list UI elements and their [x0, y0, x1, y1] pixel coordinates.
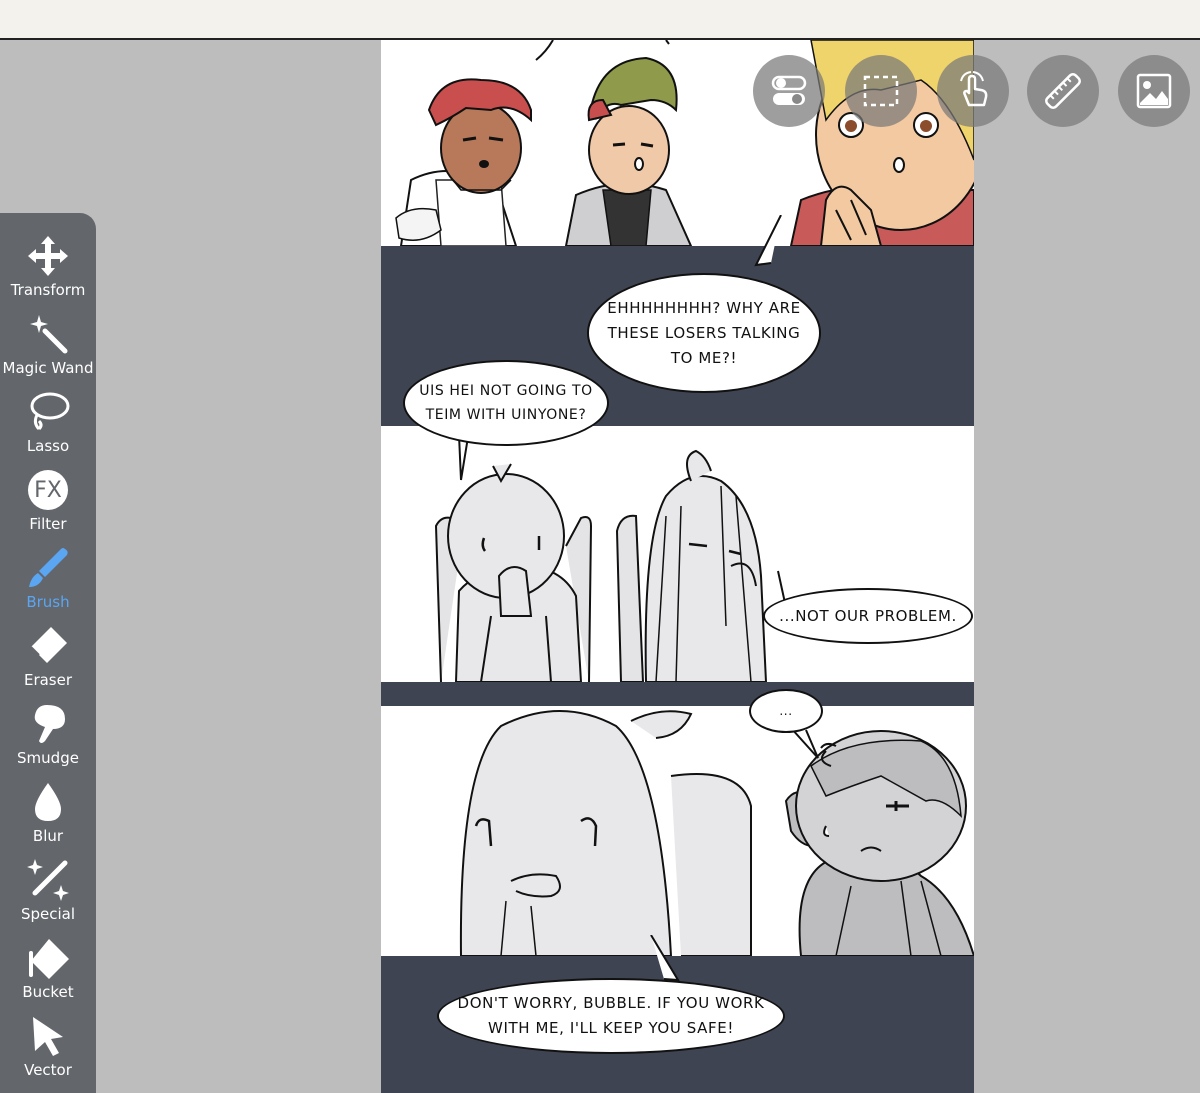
speech-bubble-3: ...NOT OUR PROBLEM. — [763, 588, 973, 644]
toggle-switches-button[interactable] — [753, 55, 825, 127]
image-layer-button[interactable] — [1118, 55, 1190, 127]
tool-label: Special — [20, 905, 76, 923]
bucket-icon — [29, 939, 69, 979]
ruler-button[interactable] — [1027, 55, 1099, 127]
tool-filter[interactable]: FX Filter — [0, 465, 96, 543]
bubble-tail-4 — [790, 728, 819, 759]
eraser-icon — [30, 627, 67, 663]
top-bar — [0, 0, 1200, 40]
panel-3-illustration — [459, 710, 974, 957]
selection-marquee-icon — [863, 75, 899, 107]
vector-arrow-icon — [33, 1017, 63, 1056]
tool-label: Bucket — [22, 983, 74, 1001]
ruler-icon — [1045, 73, 1081, 109]
tool-label: Brush — [26, 593, 70, 611]
tool-eraser[interactable]: Eraser — [0, 621, 96, 699]
bubble-tail-1 — [754, 215, 782, 267]
tool-transform[interactable]: Transform — [0, 231, 96, 309]
speech-bubble-2: UIS HEI NOT GOING TO TEIM WITH UINYONE? — [403, 360, 609, 446]
comic-panel-3 — [381, 706, 974, 957]
magic-wand-icon — [30, 315, 68, 354]
tool-label: Eraser — [23, 671, 73, 689]
tool-label: Filter — [29, 515, 67, 533]
tool-label: Lasso — [26, 437, 70, 455]
selection-button[interactable] — [845, 55, 917, 127]
tool-special[interactable]: Special — [0, 855, 96, 933]
speech-bubble-1: EHHHHHHHH? WHY ARE THESE LOSERS TALKING … — [587, 273, 821, 393]
tool-blur[interactable]: Blur — [0, 777, 96, 855]
tool-label: Magic Wand — [2, 359, 94, 377]
image-layer-icon — [1136, 73, 1172, 109]
tool-label: Transform — [10, 281, 86, 299]
fx-icon: FX — [28, 470, 68, 510]
brush-icon — [29, 548, 68, 587]
move-arrows-icon — [28, 236, 68, 276]
tool-smudge[interactable]: Smudge — [0, 699, 96, 777]
speech-bubble-5: DON'T WORRY, BUBBLE. IF YOU WORK WITH ME… — [437, 978, 785, 1054]
tool-brush[interactable]: Brush — [0, 543, 96, 621]
bubble-tail-5 — [650, 935, 680, 982]
tool-bucket[interactable]: Bucket — [0, 933, 96, 1011]
lasso-icon — [30, 392, 70, 431]
smudge-icon — [34, 705, 65, 743]
tool-label: Vector — [24, 1061, 72, 1079]
tool-lasso[interactable]: Lasso — [0, 387, 96, 465]
tool-label: Smudge — [17, 749, 79, 767]
blur-drop-icon — [35, 783, 61, 821]
tool-vector[interactable]: Vector — [0, 1011, 96, 1089]
touch-button[interactable] — [937, 55, 1009, 127]
drawing-canvas[interactable]: EHHHHHHHH? WHY ARE THESE LOSERS TALKING … — [381, 40, 974, 1093]
touch-hand-icon — [960, 71, 988, 107]
tool-palette: Transform Magic Wand Lasso FX Filter Bru… — [0, 213, 96, 1093]
toggle-switches-icon — [771, 75, 807, 105]
special-sparkle-icon — [27, 859, 69, 901]
speech-bubble-4: ... — [749, 689, 823, 733]
tool-magic-wand[interactable]: Magic Wand — [0, 309, 96, 387]
tool-label: Blur — [32, 827, 64, 845]
comic-dark-band-2 — [381, 682, 974, 706]
